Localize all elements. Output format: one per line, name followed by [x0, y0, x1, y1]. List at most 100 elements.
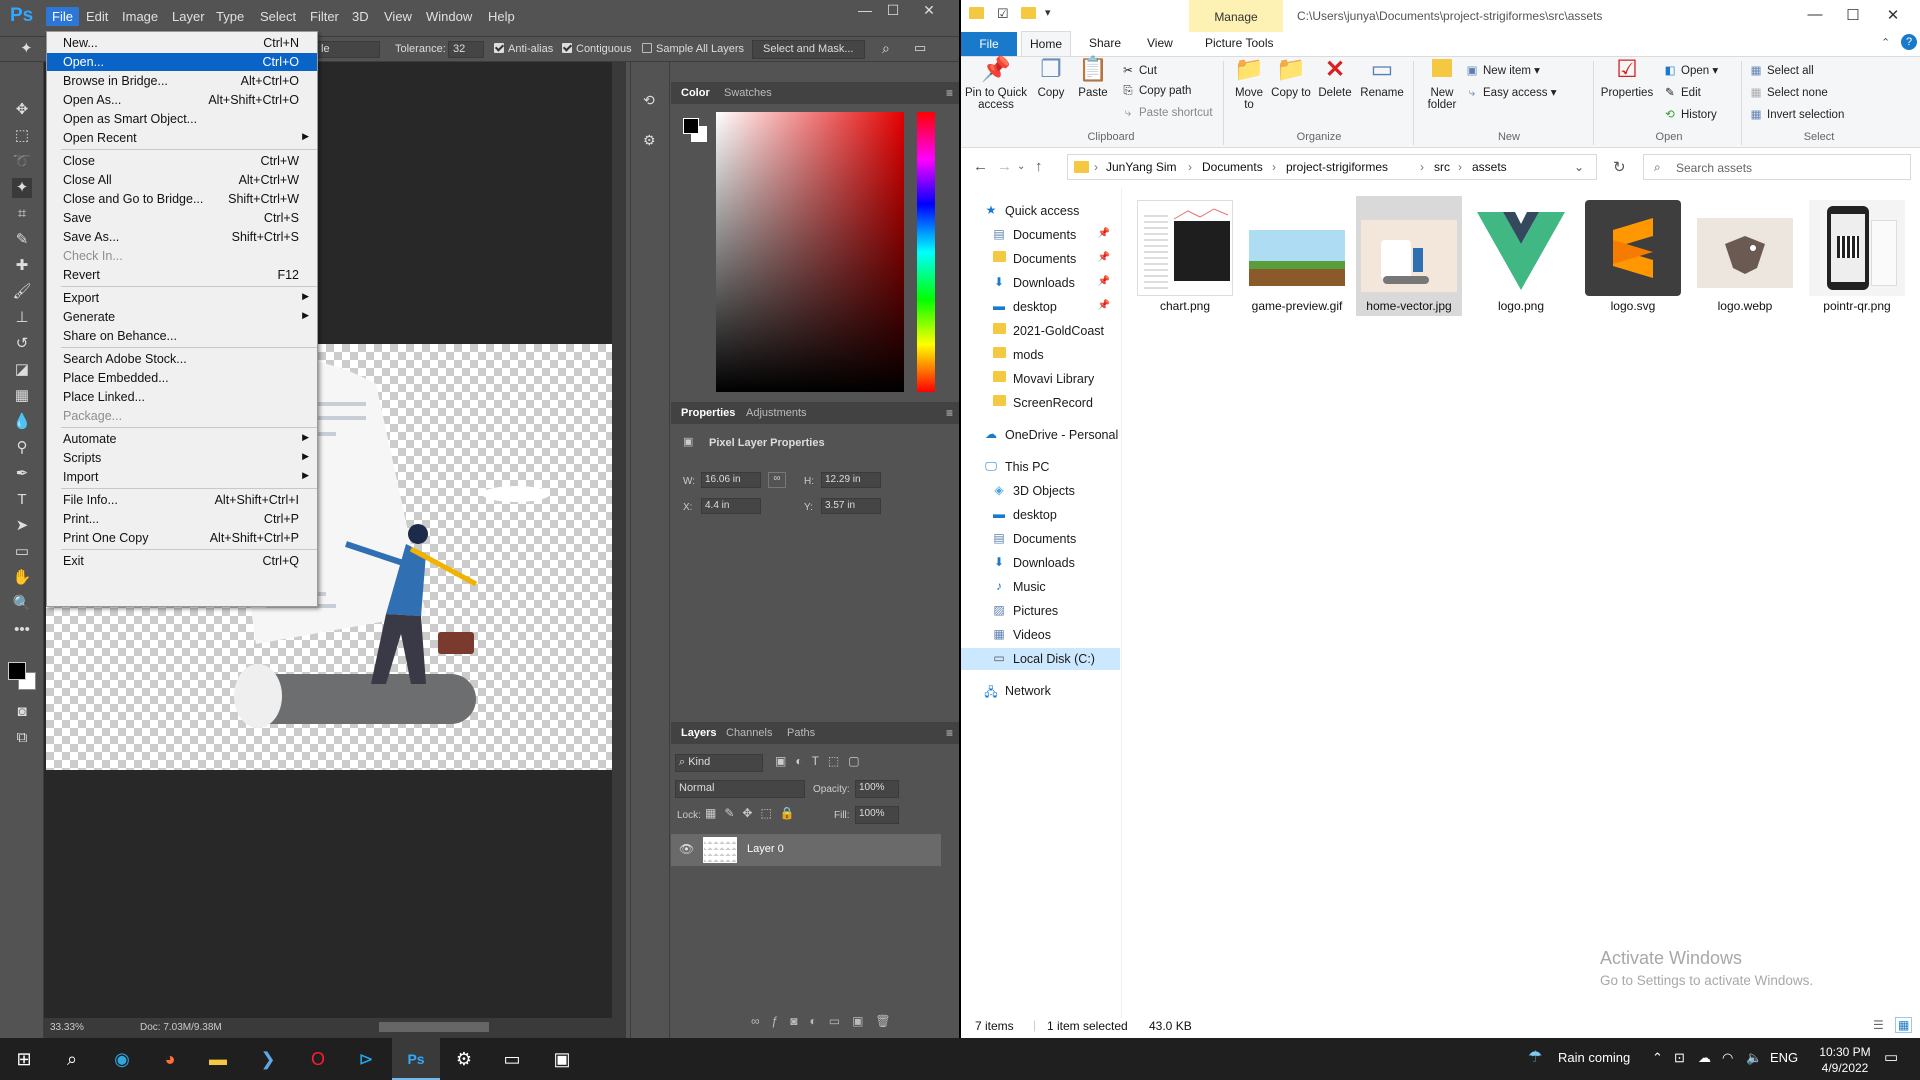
select-and-mask-button[interactable]: Select and Mask... [752, 40, 865, 59]
pen-tool-icon[interactable]: ✒ [12, 464, 32, 484]
file-item[interactable]: game-preview.gif [1244, 196, 1350, 316]
link-icon[interactable]: ∞ [768, 472, 786, 488]
edit-button[interactable]: ✎ Edit [1663, 85, 1701, 99]
dodge-tool-icon[interactable]: ⚲ [12, 438, 32, 458]
nav-quick-item[interactable]: ⬇ Downloads 📌 [961, 272, 1120, 294]
file-menu-item[interactable]: Save As... Shift+Ctrl+S [47, 228, 317, 246]
file-item[interactable]: pointr-qr.png [1804, 196, 1910, 316]
blur-tool-icon[interactable]: 💧 [12, 412, 32, 432]
tab-swatches[interactable]: Swatches [724, 87, 772, 99]
sample-all-layers-checkbox[interactable]: Sample All Layers [642, 43, 744, 55]
file-item[interactable]: logo.svg [1580, 196, 1686, 316]
menu-image[interactable]: Image [116, 7, 164, 26]
magic-wand-tool-icon[interactable]: ✦ [12, 178, 32, 198]
tab-picture-tools[interactable]: Picture Tools [1205, 36, 1273, 50]
powershell-icon[interactable]: ❯ [244, 1038, 292, 1080]
nav-pc-item[interactable]: ◈ 3D Objects [961, 480, 1120, 502]
tray-overflow-icon[interactable]: ⌃ [1652, 1050, 1663, 1066]
back-arrow-icon[interactable]: ← [973, 158, 988, 175]
nav-network[interactable]: 🖧 Network [961, 680, 1120, 702]
file-menu-item[interactable]: Print... Ctrl+P [47, 510, 317, 528]
file-explorer-icon[interactable]: ▬ [194, 1038, 242, 1080]
eyedropper-tool-icon[interactable]: ✎ [12, 230, 32, 250]
vscode-icon[interactable]: ⊳ [342, 1038, 390, 1080]
search-box[interactable]: ⌕ Search assets [1643, 154, 1911, 180]
windows-start-icon[interactable]: ⊞ [0, 1038, 48, 1080]
terminal-icon[interactable]: ▭ [488, 1038, 536, 1080]
onedrive-icon[interactable]: ☁ [1698, 1050, 1711, 1066]
tab-paths[interactable]: Paths [787, 727, 815, 739]
copy-path-button[interactable]: ⎘ Copy path [1121, 85, 1191, 98]
file-menu-item[interactable]: Close and Go to Bridge... Shift+Ctrl+W [47, 190, 317, 208]
crop-tool-icon[interactable]: ⌗ [12, 204, 32, 224]
nav-quick-item[interactable]: Documents 📌 [961, 248, 1120, 270]
file-menu-item[interactable]: Save Ctrl+S [47, 209, 317, 227]
file-menu-item[interactable]: Generate ▶ [47, 308, 317, 326]
network-tray-icon[interactable]: ⊡ [1674, 1050, 1685, 1066]
sample-size-select[interactable]: le [316, 41, 380, 58]
wifi-icon[interactable]: ◠ [1722, 1050, 1733, 1066]
settings-icon[interactable]: ⚙ [440, 1038, 488, 1080]
eye-icon[interactable]: 👁 [679, 842, 694, 856]
large-icons-view-icon[interactable]: ▦ [1895, 1017, 1913, 1033]
nav-pc-item[interactable]: ▨ Pictures [961, 600, 1120, 622]
new-folder-button[interactable]: New folder [1419, 57, 1465, 111]
nav-quick-item[interactable]: Movavi Library [961, 368, 1120, 390]
properties-button[interactable]: ☑ Properties [1599, 57, 1655, 100]
layer-row[interactable]: 👁 Layer 0 [671, 834, 941, 866]
open-button[interactable]: ◧ Open ▾ [1663, 63, 1719, 77]
file-menu-item[interactable]: Exit Ctrl+Q [47, 552, 317, 570]
edge-icon[interactable]: ◉ [98, 1038, 146, 1080]
fg-color-chip[interactable] [683, 118, 699, 134]
hue-slider[interactable] [917, 112, 935, 392]
file-menu-item[interactable]: Close All Alt+Ctrl+W [47, 171, 317, 189]
brush-tool-icon[interactable]: 🖌 [12, 282, 32, 302]
new-folder-qa-icon[interactable] [1021, 7, 1036, 22]
hand-tool-icon[interactable]: ✋ [12, 568, 32, 588]
shape-tool-icon[interactable]: ▭ [12, 542, 32, 562]
breadcrumb-src[interactable]: src [1434, 160, 1450, 174]
path-select-icon[interactable]: ➤ [12, 516, 32, 536]
firefox-icon[interactable]: ◕ [146, 1038, 194, 1080]
nav-pc-item[interactable]: ⬇ Downloads [961, 552, 1120, 574]
breadcrumb-project[interactable]: project-strigiformes [1286, 160, 1388, 174]
details-view-icon[interactable]: ☰ [1873, 1018, 1884, 1032]
weather-text[interactable]: Rain coming [1558, 1050, 1630, 1065]
file-menu-item[interactable]: Import ▶ [47, 468, 317, 486]
app-icon[interactable]: ▣ [538, 1038, 586, 1080]
nav-pc-item[interactable]: ♪ Music [961, 576, 1120, 598]
menu-help[interactable]: Help [482, 7, 521, 26]
nav-pc-item[interactable]: ▬ desktop [961, 504, 1120, 526]
menu-type[interactable]: Type [210, 7, 250, 26]
delete-button[interactable]: ✕ Delete [1315, 57, 1355, 100]
recent-locations-icon[interactable]: ⌄ [1017, 161, 1025, 172]
horizontal-scrollbar[interactable] [379, 1022, 489, 1032]
eraser-tool-icon[interactable]: ◪ [12, 360, 32, 380]
menu-layer[interactable]: Layer [166, 7, 211, 26]
kind-filter[interactable]: ⌕ Kind [675, 754, 763, 772]
select-all-button[interactable]: ▦ Select all [1749, 63, 1814, 77]
panel-menu-icon[interactable]: ≡ [946, 726, 953, 740]
tab-home[interactable]: Home [1021, 31, 1071, 56]
tab-adjustments[interactable]: Adjustments [746, 407, 807, 419]
workspace-icon[interactable]: ▭ [914, 40, 926, 56]
menu-filter[interactable]: Filter [304, 7, 345, 26]
fill-input[interactable]: 100% [855, 806, 899, 824]
marquee-tool-icon[interactable]: ⬚ [12, 126, 32, 146]
breadcrumb-user[interactable]: JunYang Sim [1106, 160, 1176, 174]
file-menu-item[interactable]: New... Ctrl+N [47, 34, 317, 52]
file-menu-item[interactable]: Share on Behance... [47, 327, 317, 345]
nav-quick-item[interactable]: ▤ Documents 📌 [961, 224, 1120, 246]
menu-select[interactable]: Select [254, 7, 302, 26]
panel-menu-icon[interactable]: ≡ [946, 406, 953, 420]
address-dropdown-icon[interactable]: ⌄ [1574, 160, 1584, 174]
nav-this-pc[interactable]: 🖵 This PC [961, 456, 1120, 478]
tab-layers[interactable]: Layers [681, 727, 716, 739]
tab-color[interactable]: Color [681, 87, 710, 99]
width-field[interactable]: 16.06 in [701, 472, 761, 488]
nav-pc-item[interactable]: ▭ Local Disk (C:) [961, 648, 1120, 670]
paste-shortcut-button[interactable]: ⤷ Paste shortcut [1121, 107, 1213, 120]
nav-onedrive[interactable]: ☁ OneDrive - Personal [961, 424, 1120, 446]
file-menu-item[interactable]: Place Linked... [47, 388, 317, 406]
paste-button[interactable]: 📋 Paste [1073, 57, 1113, 100]
